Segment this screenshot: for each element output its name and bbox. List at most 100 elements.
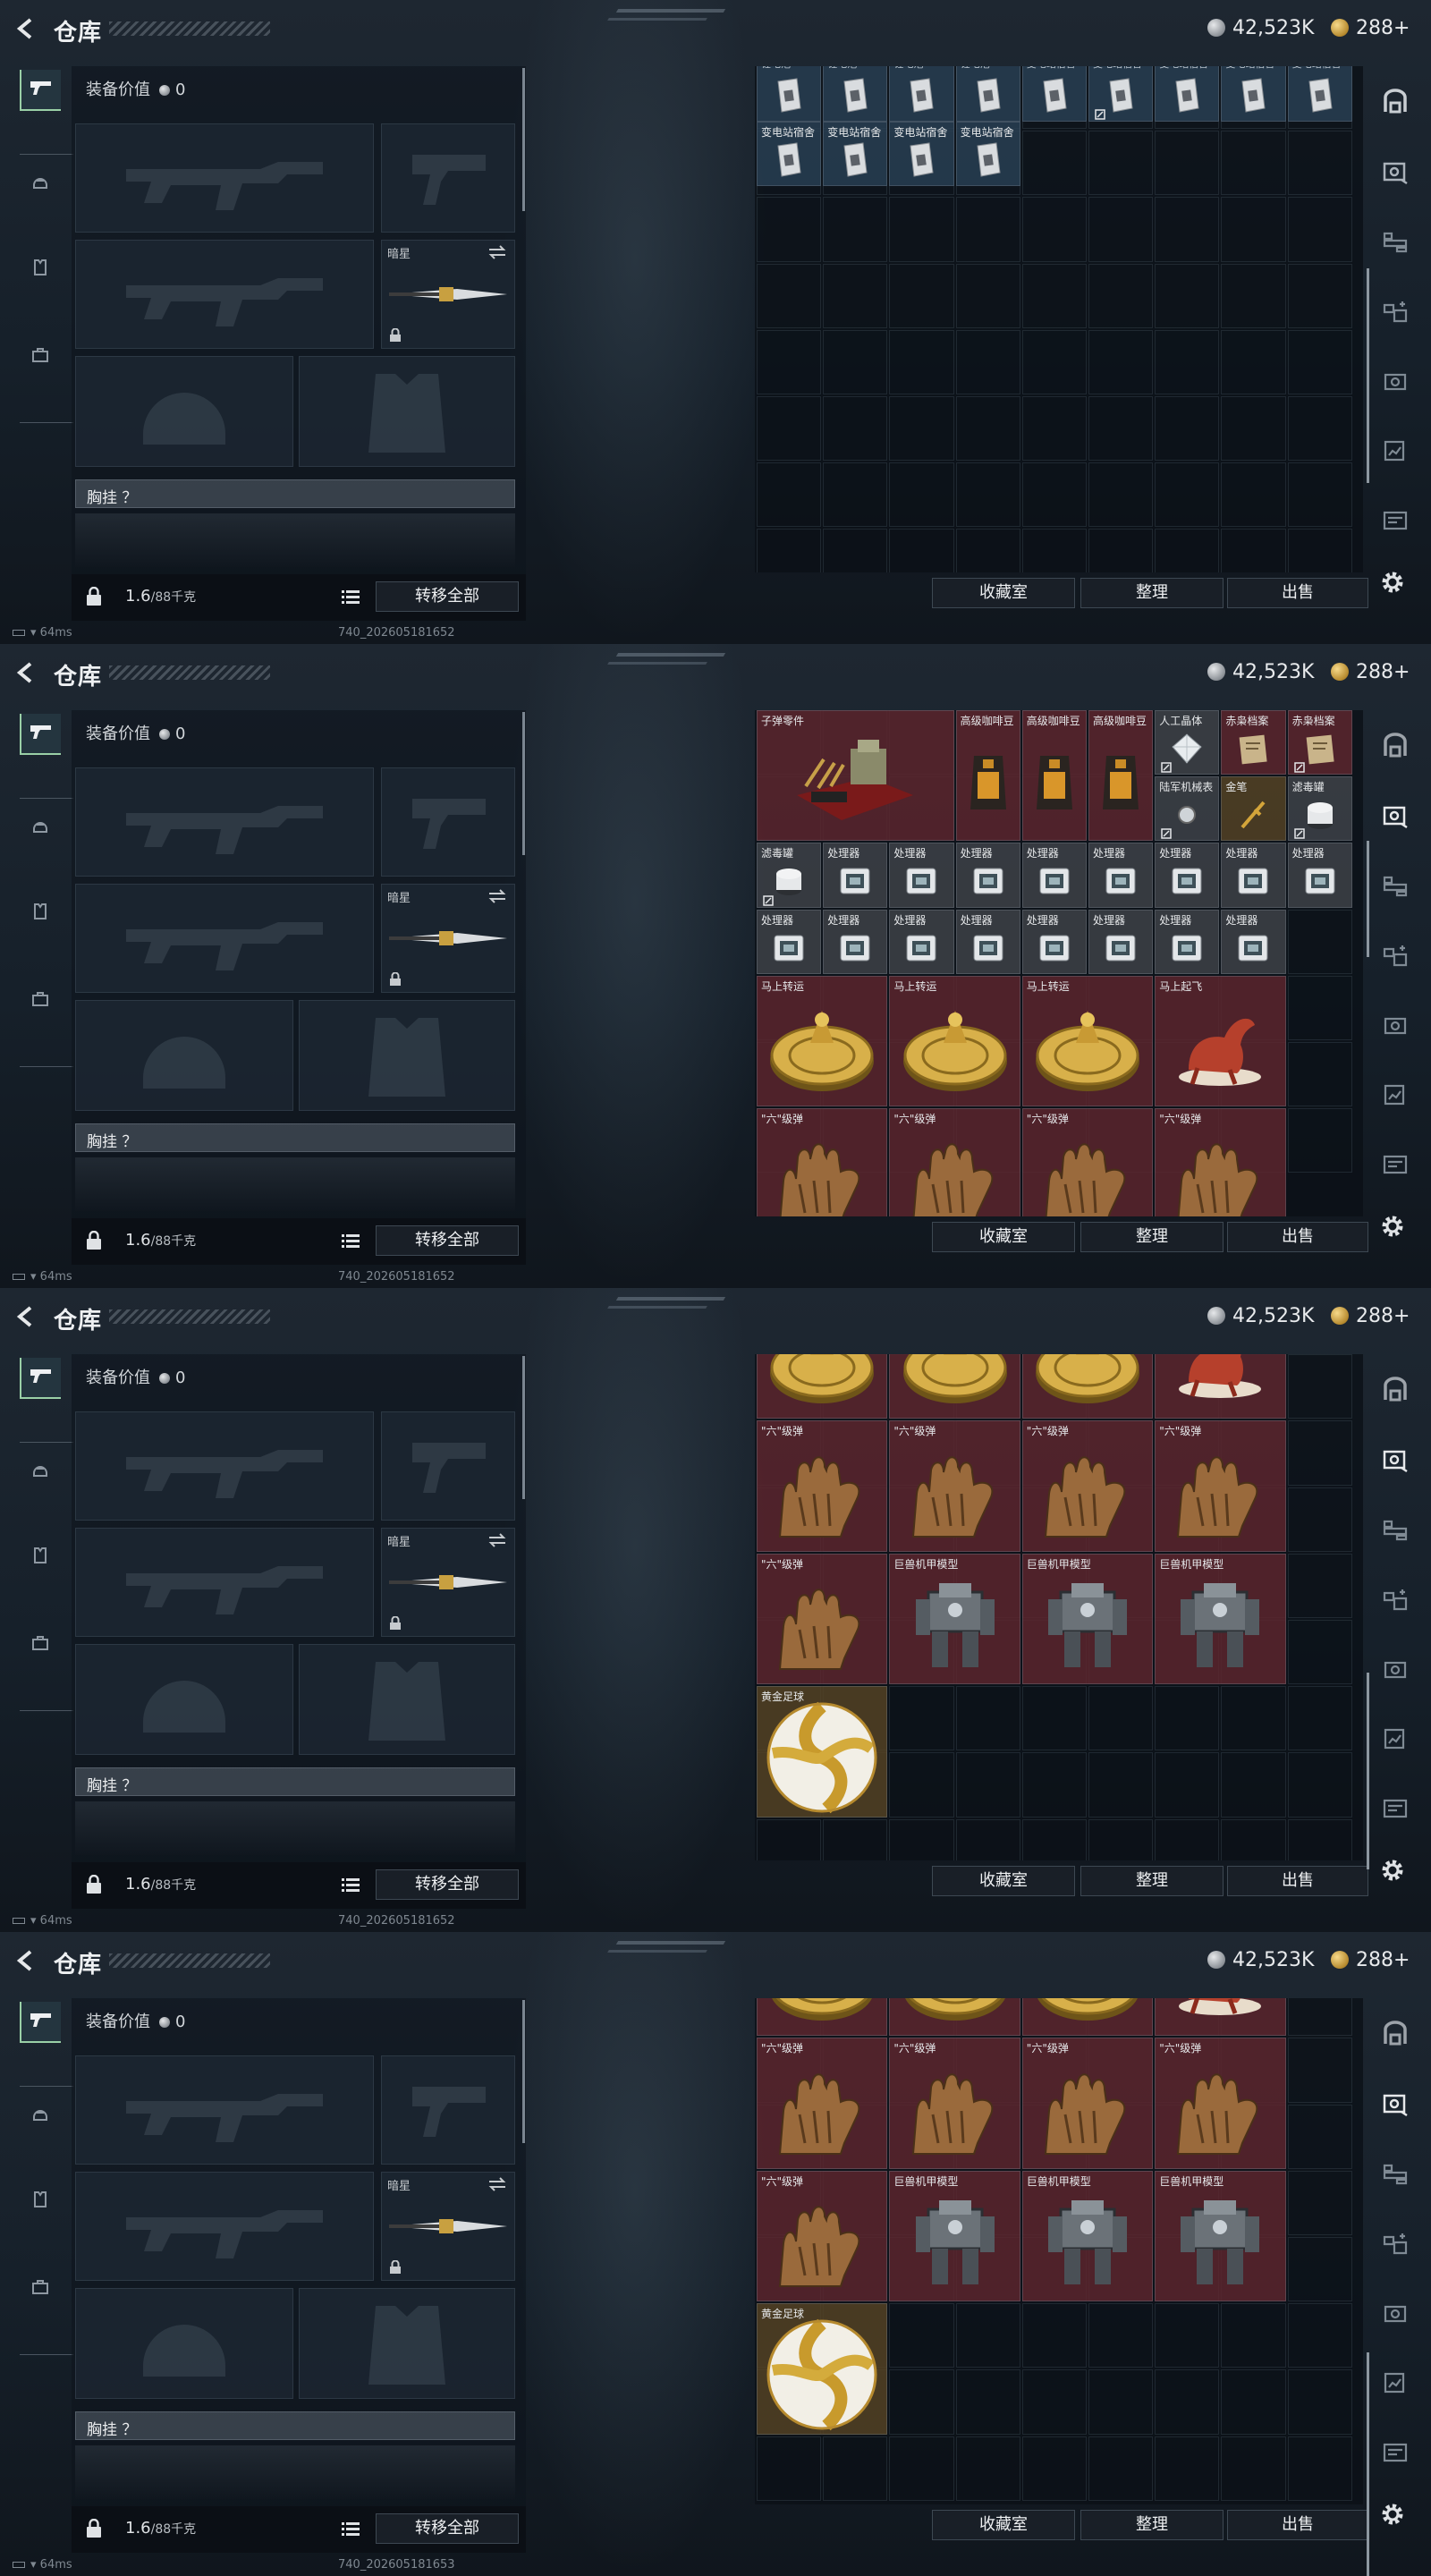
grid-cell[interactable]: [889, 1818, 954, 1860]
grid-cell[interactable]: [1088, 529, 1154, 572]
grid-cell[interactable]: [1287, 1818, 1352, 1860]
grid-cell[interactable]: [1287, 263, 1352, 328]
grid-cell[interactable]: [1021, 329, 1087, 394]
lock-icon[interactable]: [86, 586, 102, 610]
horse-fly-item[interactable]: 马上起飞: [1155, 1354, 1286, 1419]
grid-cell[interactable]: [1088, 2436, 1154, 2501]
grid-cell[interactable]: [757, 2436, 822, 2501]
bullet-parts-item[interactable]: 子弹零件: [757, 710, 954, 842]
grid-cell[interactable]: [1287, 1420, 1352, 1486]
grid-cell[interactable]: [1221, 131, 1286, 196]
gallery-icon[interactable]: [1381, 436, 1410, 465]
grid-cell[interactable]: [1021, 529, 1087, 572]
grid-cell[interactable]: [889, 462, 954, 528]
grid-cell[interactable]: [1221, 396, 1286, 462]
mecha-model-item[interactable]: 巨兽机甲模型: [1155, 2170, 1286, 2302]
grid-cell[interactable]: [955, 529, 1020, 572]
grid-cell[interactable]: [1021, 2303, 1087, 2368]
mecha-model-item[interactable]: 巨兽机甲模型: [889, 2170, 1020, 2302]
warehouse-icon[interactable]: [1381, 88, 1410, 116]
battery-item[interactable]: 锂电池: [955, 66, 1020, 123]
grid-cell[interactable]: [889, 263, 954, 328]
gold-currency[interactable]: 288+: [1331, 658, 1410, 685]
grid-cell[interactable]: [889, 529, 954, 572]
grid-cell[interactable]: [1287, 2436, 1352, 2501]
organize-button[interactable]: 整理: [1080, 2510, 1224, 2540]
rack-icon[interactable]: [1381, 227, 1410, 256]
grid-cell[interactable]: [1287, 2237, 1352, 2302]
grid-cell[interactable]: [757, 462, 822, 528]
grid-cell[interactable]: [1088, 131, 1154, 196]
grid-cell[interactable]: [889, 1686, 954, 1751]
grid-cell[interactable]: [1221, 263, 1286, 328]
grid-cell[interactable]: [1155, 529, 1220, 572]
nav-backpack[interactable]: [20, 1624, 61, 1665]
chest-rig-slot[interactable]: 胸挂 ？: [75, 479, 515, 508]
gold-football-item[interactable]: 黄金足球: [757, 1686, 888, 1818]
armor-slot[interactable]: [299, 1000, 515, 1111]
gold-currency[interactable]: 288+: [1331, 1302, 1410, 1329]
grid-cell[interactable]: [1021, 462, 1087, 528]
add-rack-icon[interactable]: [1381, 2229, 1410, 2258]
list-icon[interactable]: [342, 1233, 360, 1249]
six-bullet-item[interactable]: "六"级弹: [889, 1420, 1020, 1552]
horse-run-item[interactable]: 马上转运: [1021, 1354, 1154, 1419]
swap-icon[interactable]: [487, 888, 507, 904]
six-bullet-item[interactable]: "六"级弹: [1155, 1108, 1286, 1216]
sell-button[interactable]: 出售: [1227, 2510, 1368, 2540]
substation-item[interactable]: 变电站宿舍: [889, 122, 954, 187]
gold-currency[interactable]: 288+: [1331, 14, 1410, 41]
horse-run-item[interactable]: 马上转运: [1021, 975, 1154, 1107]
grid-cell[interactable]: [823, 462, 888, 528]
organize-button[interactable]: 整理: [1080, 578, 1224, 608]
melee-slot[interactable]: 暗星: [381, 2172, 515, 2281]
processor-item[interactable]: 处理器: [955, 843, 1020, 908]
grid-cell[interactable]: [823, 197, 888, 262]
equipment-scrollbar[interactable]: [522, 2000, 525, 2143]
swap-icon[interactable]: [487, 1532, 507, 1548]
grid-cell[interactable]: [889, 329, 954, 394]
mecha-model-item[interactable]: 巨兽机甲模型: [1155, 1553, 1286, 1685]
silver-currency[interactable]: 42,523K: [1207, 1946, 1314, 1973]
grid-cell[interactable]: [1021, 131, 1087, 196]
secondary-weapon-slot[interactable]: [75, 1528, 374, 1637]
backpack-slot[interactable]: [75, 1801, 515, 1855]
grid-cell[interactable]: [1088, 462, 1154, 528]
sell-button[interactable]: 出售: [1227, 1866, 1368, 1896]
grid-cell[interactable]: [1155, 1752, 1220, 1818]
grid-cell[interactable]: [1221, 329, 1286, 394]
back-arrow-icon[interactable]: [16, 18, 36, 39]
add-rack-icon[interactable]: [1381, 1585, 1410, 1614]
collection-room-button[interactable]: 收藏室: [932, 578, 1075, 608]
chest-rig-slot[interactable]: 胸挂 ？: [75, 1767, 515, 1796]
battery-item[interactable]: 变电站宿舍: [1221, 66, 1286, 123]
equipment-scrollbar[interactable]: [522, 68, 525, 211]
sell-button[interactable]: 出售: [1227, 1222, 1368, 1252]
grid-cell[interactable]: [1021, 1818, 1087, 1860]
grid-cell[interactable]: [1021, 263, 1087, 328]
six-bullet-item[interactable]: "六"级弹: [757, 1420, 888, 1552]
grid-cell[interactable]: [1155, 131, 1220, 196]
grid-cell[interactable]: [757, 197, 822, 262]
six-bullet-item[interactable]: "六"级弹: [1021, 2038, 1154, 2169]
gallery-icon[interactable]: [1381, 1724, 1410, 1753]
photo-icon[interactable]: [1381, 2089, 1410, 2118]
helmet-slot[interactable]: [75, 1000, 293, 1111]
armor-slot[interactable]: [299, 2288, 515, 2399]
swap-icon[interactable]: [487, 2176, 507, 2192]
camera-icon[interactable]: [1381, 367, 1410, 395]
nav-helmet[interactable]: [20, 807, 61, 848]
grid-cell[interactable]: [823, 529, 888, 572]
nav-pistol[interactable]: [20, 714, 61, 755]
transfer-all-button[interactable]: 转移全部: [376, 1225, 519, 1256]
filter-item[interactable]: 滤毒罐: [1287, 776, 1352, 842]
silver-currency[interactable]: 42,523K: [1207, 14, 1314, 41]
list-icon[interactable]: [342, 589, 360, 605]
silver-currency[interactable]: 42,523K: [1207, 658, 1314, 685]
grid-cell[interactable]: [1287, 329, 1352, 394]
storage-icon[interactable]: [1381, 2438, 1410, 2467]
horse-run-item[interactable]: 马上转运: [1021, 1998, 1154, 2037]
camera-icon[interactable]: [1381, 1011, 1410, 1039]
horse-fly-item[interactable]: 马上起飞: [1155, 975, 1286, 1107]
processor-item[interactable]: 处理器: [889, 843, 954, 908]
